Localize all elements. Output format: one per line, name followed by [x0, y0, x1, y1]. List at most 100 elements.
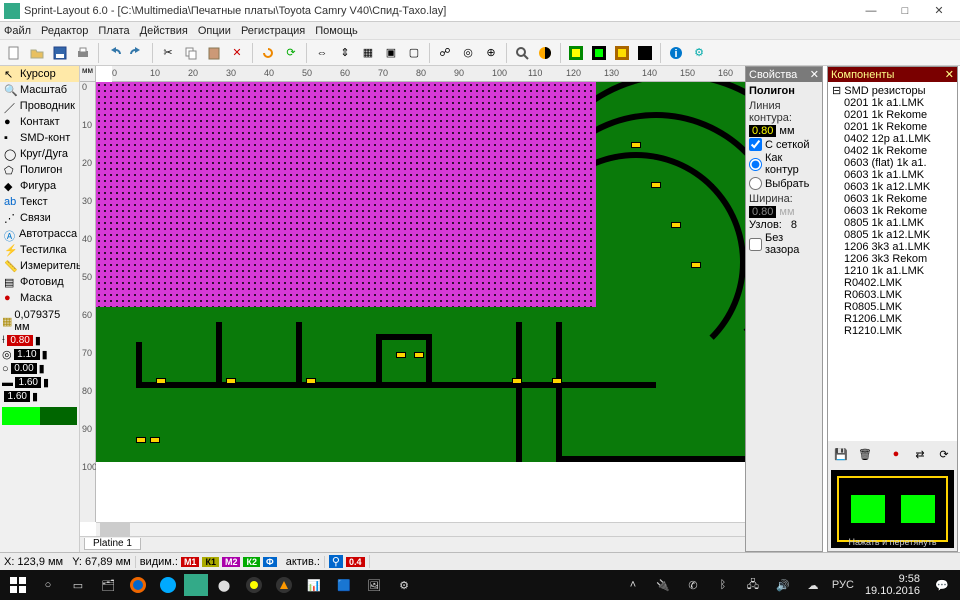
list-item[interactable]: R0402.LMK — [830, 277, 955, 289]
firefox-icon[interactable] — [124, 573, 152, 597]
redo-icon[interactable] — [127, 43, 147, 63]
app3-icon[interactable] — [240, 573, 268, 597]
search-icon[interactable]: ○ — [34, 573, 62, 597]
tray-bt-icon[interactable]: ᛒ — [709, 573, 737, 597]
app7-icon[interactable]: 🖼 — [360, 573, 388, 597]
component-preview[interactable]: Нажать и перетянуть — [831, 470, 954, 548]
info-icon[interactable]: i — [666, 43, 686, 63]
properties-close-icon[interactable]: ✕ — [810, 68, 819, 81]
outline-width-value[interactable]: 0.80 — [749, 125, 776, 137]
start-icon[interactable] — [4, 573, 32, 597]
undo-icon[interactable] — [104, 43, 124, 63]
menu-edit[interactable]: Редактор — [41, 25, 88, 37]
prop-drill[interactable]: 0.00 — [11, 363, 37, 374]
list-item[interactable]: 0603 (flat) 1k a1. — [830, 157, 955, 169]
connector-icon[interactable]: ☍ — [435, 43, 455, 63]
comp-record-icon[interactable]: ● — [886, 444, 906, 464]
tool-photoview[interactable]: ▤Фотовид — [0, 274, 79, 290]
skype-icon[interactable] — [154, 573, 182, 597]
drill-icon[interactable]: ⊕ — [481, 43, 501, 63]
comp-delete-icon[interactable]: 🗑 — [855, 444, 875, 464]
mirror-h-icon[interactable]: ⇔ — [312, 43, 332, 63]
layer-swatch[interactable] — [2, 407, 77, 425]
list-item[interactable]: 1206 3k3 a1.LMK — [830, 241, 955, 253]
app4-icon[interactable] — [270, 573, 298, 597]
app1-icon[interactable] — [184, 574, 208, 596]
tool-test[interactable]: ⚡Тестилка — [0, 242, 79, 258]
list-item[interactable]: 0402 12p a1.LMK — [830, 133, 955, 145]
list-item[interactable]: 0805 1k a12.LMK — [830, 229, 955, 241]
tray-viber-icon[interactable]: ✆ — [679, 573, 707, 597]
list-item[interactable]: R1210.LMK — [830, 325, 955, 337]
list-item[interactable]: R0603.LMK — [830, 289, 955, 301]
taskview-icon[interactable]: ▭ — [64, 573, 92, 597]
list-item[interactable]: 1210 1k a1.LMK — [830, 265, 955, 277]
tool-pad[interactable]: ●Контакт — [0, 114, 79, 130]
ungroup-icon[interactable]: ▢ — [404, 43, 424, 63]
tray-clock[interactable]: 9:5819.10.2016 — [859, 573, 926, 597]
minimize-button[interactable]: — — [854, 2, 888, 20]
tool-autoroute[interactable]: ⒶАвтотрасса — [0, 226, 79, 242]
menu-help[interactable]: Помощь — [315, 25, 358, 37]
tray-power-icon[interactable]: 🔌 — [649, 573, 677, 597]
layer1-icon[interactable] — [566, 43, 586, 63]
as-outline-radio[interactable] — [749, 158, 762, 171]
tray-lang[interactable]: РУС — [829, 573, 857, 597]
tray-vol-icon[interactable]: 🔊 — [769, 573, 797, 597]
tray-up-icon[interactable]: ˄ — [619, 573, 647, 597]
list-item[interactable]: R0805.LMK — [830, 301, 955, 313]
prop-paddia[interactable]: 1.10 — [14, 349, 40, 360]
list-item[interactable]: R1206.LMK — [830, 313, 955, 325]
list-item[interactable]: 0402 1k Rekome — [830, 145, 955, 157]
align-icon[interactable]: ▦ — [358, 43, 378, 63]
mirror-v-icon[interactable]: ⇕ — [335, 43, 355, 63]
refresh-icon[interactable]: ⟳ — [281, 43, 301, 63]
list-item[interactable]: 1206 3k3 Rekom — [830, 253, 955, 265]
new-icon[interactable] — [4, 43, 24, 63]
tray-onedrive-icon[interactable]: ☁ — [799, 573, 827, 597]
rotate-icon[interactable] — [258, 43, 278, 63]
with-grid-checkbox[interactable] — [749, 138, 762, 151]
prop-smd-h[interactable]: 1.60 — [4, 391, 30, 402]
open-icon[interactable] — [27, 43, 47, 63]
tool-text[interactable]: abТекст — [0, 194, 79, 210]
drc-icon[interactable]: ◎ — [458, 43, 478, 63]
menu-file[interactable]: Файл — [4, 25, 31, 37]
tool-mask[interactable]: ●Маска — [0, 290, 79, 306]
h-scrollbar[interactable] — [96, 522, 745, 536]
components-close-icon[interactable]: ✕ — [945, 68, 954, 81]
copy-icon[interactable] — [181, 43, 201, 63]
components-tree[interactable]: ⊟ SMD резисторы 0201 1k a1.LMK 0201 1k R… — [828, 82, 957, 441]
status-zoom[interactable]: ⚲ 0.4 — [325, 555, 370, 568]
list-item[interactable]: 0603 1k a12.LMK — [830, 181, 955, 193]
comp-rotate-icon[interactable]: ⟳ — [934, 444, 954, 464]
tray-net-icon[interactable]: 🖧 — [739, 573, 767, 597]
prop-trackwidth[interactable]: 0.80 — [7, 335, 33, 346]
settings-icon[interactable]: ⚙ — [689, 43, 709, 63]
layer4-icon[interactable] — [635, 43, 655, 63]
tool-measure[interactable]: 📏Измеритель — [0, 258, 79, 274]
paste-icon[interactable] — [204, 43, 224, 63]
tray-notifications-icon[interactable]: 💬 — [928, 573, 956, 597]
delete-icon[interactable]: ✕ — [227, 43, 247, 63]
menu-board[interactable]: Плата — [98, 25, 129, 37]
comp-flip-icon[interactable]: ⇄ — [910, 444, 930, 464]
print-icon[interactable] — [73, 43, 93, 63]
comp-save-icon[interactable]: 💾 — [831, 444, 851, 464]
maximize-button[interactable]: □ — [888, 2, 922, 20]
list-item[interactable]: 0201 1k Rekome — [830, 121, 955, 133]
tool-wire[interactable]: ／Проводник — [0, 98, 79, 114]
group-icon[interactable]: ▣ — [381, 43, 401, 63]
tool-connections[interactable]: ⋰Связи — [0, 210, 79, 226]
tool-cursor[interactable]: ↖Курсор — [0, 66, 79, 82]
list-item[interactable]: 0603 1k Rekome — [830, 193, 955, 205]
app6-icon[interactable]: 🟦 — [330, 573, 358, 597]
save-icon[interactable] — [50, 43, 70, 63]
prop-smd-w[interactable]: 1.60 — [15, 377, 41, 388]
layer2-icon[interactable] — [589, 43, 609, 63]
tool-polygon[interactable]: ⬠Полигон — [0, 162, 79, 178]
tool-shape[interactable]: ◆Фигура — [0, 178, 79, 194]
menu-options[interactable]: Опции — [198, 25, 231, 37]
tool-smd[interactable]: ▪SMD-конт — [0, 130, 79, 146]
close-button[interactable]: ✕ — [922, 2, 956, 20]
